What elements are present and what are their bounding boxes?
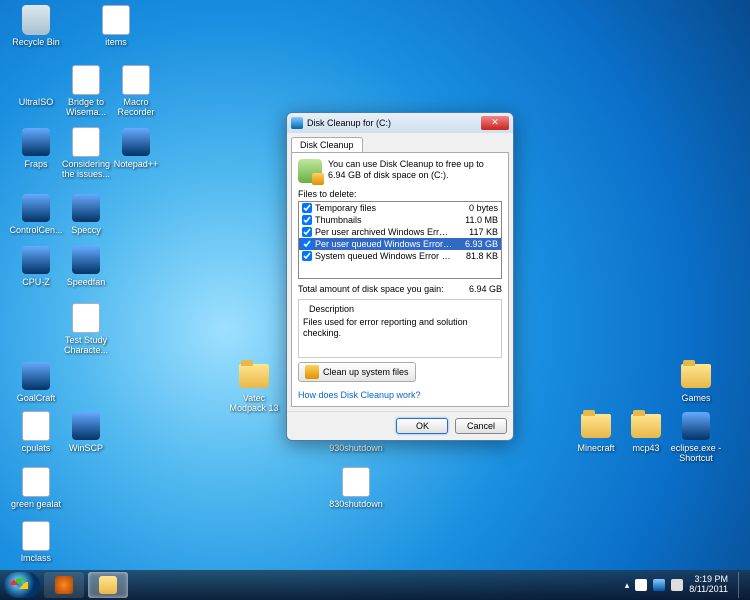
desktop-icon-fraps[interactable]: Fraps [8,126,64,170]
tab-body: You can use Disk Cleanup to free up to 6… [291,152,509,407]
desktop-icon-controlcen[interactable]: ControlCen... [8,192,64,236]
file-checkbox[interactable] [302,227,312,237]
file-item[interactable]: Per user archived Windows Error Repo...1… [299,226,501,238]
cleanup-system-files-label: Clean up system files [323,367,409,377]
files-list[interactable]: Temporary files0 bytesThumbnails11.0 MBP… [298,201,502,279]
disk-cleanup-icon [291,117,303,129]
tab-strip: Disk Cleanup [287,133,513,152]
file-name: Temporary files [315,203,453,213]
file-size: 81.8 KB [456,251,498,261]
cancel-button[interactable]: Cancel [455,418,507,434]
tray-chevron-icon[interactable]: ▴ [625,580,630,591]
disk-cleanup-dialog: Disk Cleanup for (C:) ✕ Disk Cleanup You… [286,112,514,441]
volume-icon[interactable] [671,579,683,591]
file-item[interactable]: Per user queued Windows Error Repor...6.… [299,238,501,250]
desktop-icon-minecraft[interactable]: Minecraft [568,410,624,454]
show-desktop-button[interactable] [738,572,746,598]
file-size: 6.93 GB [456,239,498,249]
desktop-icon-recycle-bin[interactable]: Recycle Bin [8,4,64,48]
dialog-button-row: OK Cancel [287,411,513,440]
files-to-delete-label: Files to delete: [298,189,502,199]
file-checkbox[interactable] [302,215,312,225]
file-item[interactable]: Thumbnails11.0 MB [299,214,501,226]
shield-icon [305,365,319,379]
drive-icon [298,159,322,183]
file-checkbox[interactable] [302,251,312,261]
desktop-icon-eclipse-exe-shortcut[interactable]: eclipse.exe - Shortcut [668,410,724,464]
taskbar: ▴ 3:19 PM 8/11/2011 [0,570,750,600]
desktop-icon-notepad[interactable]: Notepad++ [108,126,164,170]
file-name: Per user queued Windows Error Repor... [315,239,453,249]
file-item[interactable]: Temporary files0 bytes [299,202,501,214]
desktop-icon-goalcraft[interactable]: GoalCraft [8,360,64,404]
total-label: Total amount of disk space you gain: [298,284,469,294]
description-text: Files used for error reporting and solut… [303,317,497,353]
info-text: You can use Disk Cleanup to free up to 6… [328,159,502,183]
desktop-icon-bridge-to-wisema[interactable]: Bridge to Wisema... [58,64,114,118]
taskbar-explorer[interactable] [88,572,128,598]
desktop-icon-cpu-z[interactable]: CPU-Z [8,244,64,288]
ok-button[interactable]: OK [396,418,448,434]
clock-date: 8/11/2011 [689,585,728,595]
file-checkbox[interactable] [302,239,312,249]
desktop-icon-winscp[interactable]: WinSCP [58,410,114,454]
file-size: 117 KB [456,227,498,237]
cleanup-system-files-button[interactable]: Clean up system files [298,362,416,382]
tab-disk-cleanup[interactable]: Disk Cleanup [291,137,363,152]
desktop-icon-items[interactable]: items [88,4,144,48]
desktop-icon-lmclass[interactable]: lmclass [8,520,64,564]
description-group: Description Files used for error reporti… [298,299,502,358]
clock[interactable]: 3:19 PM 8/11/2011 [689,575,728,595]
desktop-icon-games[interactable]: Games [668,360,724,404]
file-name: System queued Windows Error Reporti... [315,251,453,261]
total-value: 6.94 GB [469,284,502,294]
taskbar-firefox[interactable] [44,572,84,598]
desktop-icon-macro-recorder[interactable]: Macro Recorder [108,64,164,118]
desktop-icon-speedfan[interactable]: Speedfan [58,244,114,288]
file-size: 11.0 MB [456,215,498,225]
file-size: 0 bytes [456,203,498,213]
desktop-icon-830shutdown[interactable]: 830shutdown [328,466,384,510]
desktop-icon-cpulats[interactable]: cpulats [8,410,64,454]
file-name: Per user archived Windows Error Repo... [315,227,453,237]
start-button[interactable] [4,572,40,598]
titlebar[interactable]: Disk Cleanup for (C:) ✕ [287,113,513,133]
desktop-icon-vatec-modpack-13[interactable]: Vatec Modpack 13 [226,360,282,414]
help-link[interactable]: How does Disk Cleanup work? [298,390,502,400]
file-item[interactable]: System queued Windows Error Reporti...81… [299,250,501,262]
desktop-icon-green-gealat[interactable]: green gealat [8,466,64,510]
desktop-icon-ultraiso[interactable]: UltraISO [8,64,64,108]
desktop-icon-mcp43[interactable]: mcp43 [618,410,674,454]
action-center-icon[interactable] [635,579,647,591]
description-header: Description [307,304,356,314]
file-checkbox[interactable] [302,203,312,213]
close-button[interactable]: ✕ [481,116,509,130]
network-icon[interactable] [653,579,665,591]
desktop-icon-test-study-characte[interactable]: Test Study Characte... [58,302,114,356]
system-tray: ▴ 3:19 PM 8/11/2011 [625,572,746,598]
window-title: Disk Cleanup for (C:) [307,118,481,128]
desktop-icon-speccy[interactable]: Speccy [58,192,114,236]
desktop-icon-considering-the-issues[interactable]: Considering the issues... [58,126,114,180]
file-name: Thumbnails [315,215,453,225]
